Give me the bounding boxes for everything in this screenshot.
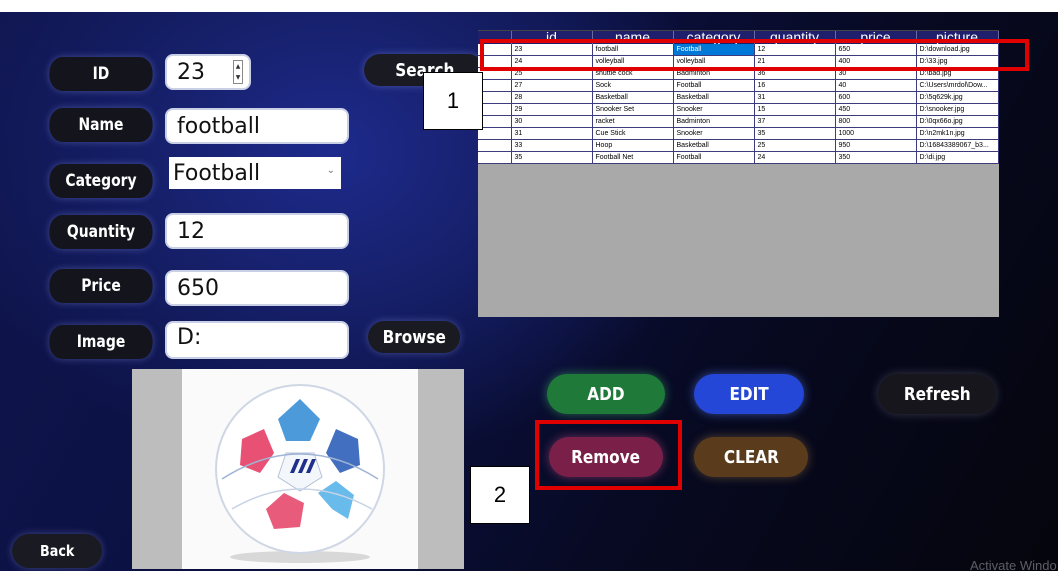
table-cell-category[interactable]: Basketball — [673, 139, 755, 152]
price-value: 650 — [177, 275, 219, 301]
table-cell-quantity[interactable]: 16 — [754, 79, 836, 92]
name-input[interactable]: football — [165, 108, 349, 144]
annotation-highlight-row — [480, 39, 1029, 71]
row-header[interactable] — [478, 139, 512, 152]
products-table[interactable]: id name category quantity price picture … — [478, 30, 999, 317]
table-row[interactable]: 31 Cue Stick Snooker 35 1000 D:\n2mk1n.jpg — [478, 127, 999, 140]
edit-button[interactable]: EDIT — [694, 374, 804, 414]
image-label: Image — [49, 325, 153, 359]
table-cell-price[interactable]: 950 — [835, 139, 917, 152]
annotation-callout-1: 1 — [423, 72, 483, 130]
annotation-callout-2: 2 — [470, 466, 530, 524]
table-cell-quantity[interactable]: 24 — [754, 151, 836, 164]
table-row[interactable]: 35 Football Net Football 24 350 D:\di.jpg — [478, 151, 999, 164]
row-header[interactable] — [478, 151, 512, 164]
table-cell-price[interactable]: 800 — [835, 115, 917, 128]
quantity-value: 12 — [177, 218, 205, 244]
table-cell-name[interactable]: Hoop — [592, 139, 674, 152]
windows-activation-watermark: Activate Windo — [970, 558, 1057, 571]
price-input[interactable]: 650 — [165, 270, 349, 306]
id-stepper[interactable]: 23 ▲ ▼ — [165, 54, 251, 90]
category-label: Category — [49, 164, 153, 198]
stepper-up-icon[interactable]: ▲ — [234, 61, 242, 72]
table-cell-id[interactable]: 30 — [511, 115, 593, 128]
price-label: Price — [49, 269, 153, 303]
table-row[interactable]: 30 racket Badminton 37 800 D:\0qx66o.jpg — [478, 115, 999, 128]
table-cell-name[interactable]: Basketball — [592, 91, 674, 104]
table-cell-quantity[interactable]: 35 — [754, 127, 836, 140]
table-cell-picture[interactable]: D:\snooker.jpg — [916, 103, 999, 116]
table-cell-id[interactable]: 29 — [511, 103, 593, 116]
table-cell-price[interactable]: 350 — [835, 151, 917, 164]
stepper-arrows[interactable]: ▲ ▼ — [233, 60, 243, 84]
image-path-value: D: — [177, 325, 202, 350]
table-cell-name[interactable]: Cue Stick — [592, 127, 674, 140]
table-cell-price[interactable]: 1000 — [835, 127, 917, 140]
table-cell-category[interactable]: Badminton — [673, 115, 755, 128]
table-cell-name[interactable]: Sock — [592, 79, 674, 92]
table-cell-name[interactable]: Snooker Set — [592, 103, 674, 116]
table-row[interactable]: 33 Hoop Basketball 25 950 D:\16843389067_b3..… — [478, 139, 999, 152]
table-cell-id[interactable]: 27 — [511, 79, 593, 92]
app-window: ID Name Category Quantity Price Image 23… — [0, 12, 1058, 571]
table-cell-quantity[interactable]: 31 — [754, 91, 836, 104]
table-cell-price[interactable]: 450 — [835, 103, 917, 116]
table-cell-id[interactable]: 28 — [511, 91, 593, 104]
table-cell-category[interactable]: Snooker — [673, 127, 755, 140]
category-select[interactable]: Football ⌄ — [169, 157, 341, 189]
table-cell-quantity[interactable]: 15 — [754, 103, 836, 116]
category-value: Football — [173, 160, 261, 186]
refresh-button[interactable]: Refresh — [878, 374, 996, 414]
add-button[interactable]: ADD — [547, 374, 665, 414]
table-row[interactable]: 28 Basketball Basketball 31 600 D:\5q629k.jpg — [478, 91, 999, 104]
clear-button[interactable]: CLEAR — [694, 437, 808, 477]
browse-button[interactable]: Browse — [368, 321, 460, 353]
id-value: 23 — [177, 59, 205, 85]
table-cell-picture[interactable]: D:\di.jpg — [916, 151, 999, 164]
football-icon — [215, 384, 385, 563]
table-cell-id[interactable]: 33 — [511, 139, 593, 152]
image-preview-photo — [182, 369, 418, 569]
stepper-down-icon[interactable]: ▼ — [234, 72, 242, 83]
name-label: Name — [49, 108, 153, 142]
image-preview — [132, 369, 464, 569]
table-cell-category[interactable]: Football — [673, 151, 755, 164]
table-cell-name[interactable]: racket — [592, 115, 674, 128]
table-cell-picture[interactable]: D:\5q629k.jpg — [916, 91, 999, 104]
chevron-down-icon[interactable]: ⌄ — [327, 165, 335, 176]
table-cell-picture[interactable]: C:\Users\mrdol\Dow... — [916, 79, 999, 92]
table-cell-quantity[interactable]: 25 — [754, 139, 836, 152]
id-label: ID — [49, 57, 153, 91]
table-cell-picture[interactable]: D:\n2mk1n.jpg — [916, 127, 999, 140]
table-cell-category[interactable]: Basketball — [673, 91, 755, 104]
table-row[interactable]: 29 Snooker Set Snooker 15 450 D:\snooker.jpg — [478, 103, 999, 116]
table-cell-category[interactable]: Snooker — [673, 103, 755, 116]
table-cell-price[interactable]: 600 — [835, 91, 917, 104]
table-cell-name[interactable]: Football Net — [592, 151, 674, 164]
table-cell-price[interactable]: 40 — [835, 79, 917, 92]
quantity-label: Quantity — [49, 215, 153, 249]
back-button[interactable]: Back — [12, 534, 102, 568]
table-row[interactable]: 27 Sock Football 16 40 C:\Users\mrdol\Dow... — [478, 79, 999, 92]
table-cell-picture[interactable]: D:\16843389067_b3... — [916, 139, 999, 152]
image-path-input[interactable]: D: — [165, 321, 349, 359]
annotation-highlight-remove — [535, 420, 682, 490]
table-cell-id[interactable]: 31 — [511, 127, 593, 140]
table-cell-quantity[interactable]: 37 — [754, 115, 836, 128]
quantity-input[interactable]: 12 — [165, 213, 349, 249]
table-cell-category[interactable]: Football — [673, 79, 755, 92]
table-cell-picture[interactable]: D:\0qx66o.jpg — [916, 115, 999, 128]
name-value: football — [177, 113, 260, 139]
table-cell-id[interactable]: 35 — [511, 151, 593, 164]
